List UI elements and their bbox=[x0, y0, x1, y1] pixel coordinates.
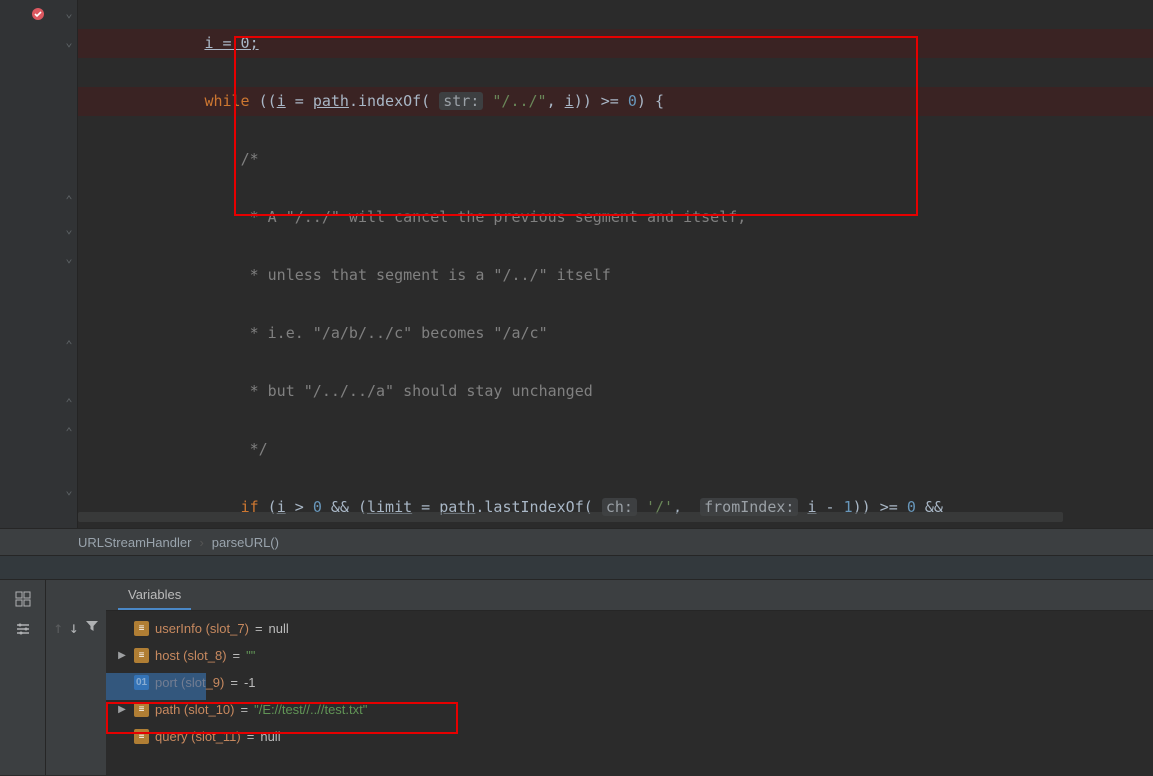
code-editor[interactable]: ⌄ ⌄ ⌃ ⌄ ⌄ ⌃ ⌃ ⌃ ⌄ i = 0; while ((i = pat… bbox=[0, 0, 1153, 528]
variable-row[interactable]: ▶ ≡ host (slot_8) = "" bbox=[112, 642, 1153, 669]
variable-row[interactable]: ≡ userInfo (slot_7) = null bbox=[112, 615, 1153, 642]
debug-nav: ↑ ↓ bbox=[46, 580, 106, 775]
comment: * but "/../../a" should stay unchanged bbox=[241, 382, 593, 400]
arrow-down-icon[interactable]: ↓ bbox=[69, 618, 79, 637]
comment: * unless that segment is a "/../" itself bbox=[241, 266, 611, 284]
variable-name: userInfo (slot_7) bbox=[155, 621, 249, 636]
expand-icon[interactable]: ▶ bbox=[116, 650, 128, 661]
variable-kind-icon: ≡ bbox=[134, 729, 149, 744]
code-line[interactable]: /* bbox=[78, 145, 1153, 174]
editor-gutter: ⌄ ⌄ ⌃ ⌄ ⌄ ⌃ ⌃ ⌃ ⌄ bbox=[0, 0, 78, 528]
variable-name: path (slot_10) bbox=[155, 702, 235, 717]
variable-value: null bbox=[269, 621, 289, 636]
comment: * i.e. "/a/b/../c" becomes "/a/c" bbox=[241, 324, 548, 342]
equals: = bbox=[255, 621, 263, 636]
variable-kind-icon: ≡ bbox=[134, 702, 149, 717]
variable-name: query (slot_11) bbox=[155, 729, 241, 744]
fold-mark-icon[interactable]: ⌃ bbox=[62, 396, 76, 410]
chevron-right-icon: › bbox=[199, 535, 203, 550]
code-line[interactable]: i = 0; bbox=[78, 29, 1153, 58]
variable-value: "/E://test//..//test.txt" bbox=[254, 702, 367, 717]
variable-row[interactable]: ▶ ≡ path (slot_10) = "/E://test//..//test.… bbox=[112, 696, 1153, 723]
breadcrumb-method[interactable]: parseURL() bbox=[212, 535, 279, 550]
equals: = bbox=[233, 648, 241, 663]
comment: * A "/../" will cancel the previous segm… bbox=[241, 208, 747, 226]
equals: = bbox=[247, 729, 255, 744]
code-line[interactable]: * A "/../" will cancel the previous segm… bbox=[78, 203, 1153, 232]
breadcrumb-class[interactable]: URLStreamHandler bbox=[78, 535, 191, 550]
fold-mark-icon[interactable]: ⌃ bbox=[62, 193, 76, 207]
code-line[interactable]: * but "/../../a" should stay unchanged bbox=[78, 377, 1153, 406]
horizontal-scrollbar[interactable] bbox=[78, 512, 1063, 522]
equals: = bbox=[230, 675, 238, 690]
string-literal: "/../" bbox=[492, 92, 546, 110]
code-text: .indexOf( bbox=[349, 92, 439, 110]
variable-kind-icon: ≡ bbox=[134, 621, 149, 636]
comment: */ bbox=[241, 440, 268, 458]
arrow-up-icon[interactable]: ↑ bbox=[53, 618, 63, 637]
frame-selection bbox=[106, 673, 206, 700]
fold-strip: ⌄ ⌄ ⌃ ⌄ ⌄ ⌃ ⌃ ⌃ ⌄ bbox=[60, 0, 78, 528]
code-text: , bbox=[547, 92, 565, 110]
fold-mark-icon[interactable]: ⌄ bbox=[62, 251, 76, 265]
variables-list[interactable]: ≡ userInfo (slot_7) = null ▶ ≡ host (slot_8)… bbox=[106, 610, 1153, 775]
code-line[interactable]: */ bbox=[78, 435, 1153, 464]
code-text: = bbox=[286, 92, 313, 110]
debug-panel: ↑ ↓ Variables ≡ userInfo (slot_7) = null ▶… bbox=[0, 580, 1153, 775]
code-text: i = 0; bbox=[204, 34, 258, 52]
fold-mark-icon[interactable]: ⌄ bbox=[62, 483, 76, 497]
equals: = bbox=[241, 702, 249, 717]
tab-variables[interactable]: Variables bbox=[118, 583, 191, 610]
code-line[interactable]: while ((i = path.indexOf( str: "/../", i… bbox=[78, 87, 1153, 116]
variable-kind-icon: ≡ bbox=[134, 648, 149, 663]
breakpoint-icon[interactable] bbox=[30, 6, 46, 22]
expand-icon[interactable]: ▶ bbox=[116, 704, 128, 715]
layout-grid-button[interactable] bbox=[10, 586, 36, 612]
variable-row[interactable]: 01port (slot_9) = -1 bbox=[112, 669, 1153, 696]
comment: /* bbox=[241, 150, 259, 168]
fold-mark-icon[interactable]: ⌄ bbox=[62, 35, 76, 49]
filter-icon[interactable] bbox=[85, 618, 99, 637]
breadcrumb: URLStreamHandler › parseURL() bbox=[0, 528, 1153, 556]
number: 0 bbox=[628, 92, 637, 110]
var: path bbox=[313, 92, 349, 110]
variable-value: "" bbox=[246, 648, 255, 663]
variable-row[interactable]: ≡ query (slot_11) = null bbox=[112, 723, 1153, 750]
code-text: )) >= bbox=[574, 92, 628, 110]
code-area[interactable]: i = 0; while ((i = path.indexOf( str: "/… bbox=[78, 0, 1153, 528]
code-line[interactable]: * unless that segment is a "/../" itself bbox=[78, 261, 1153, 290]
variable-name: host (slot_8) bbox=[155, 648, 227, 663]
fold-mark-icon[interactable]: ⌃ bbox=[62, 338, 76, 352]
variable-value: -1 bbox=[244, 675, 256, 690]
var: i bbox=[277, 92, 286, 110]
toolwindow-tabstrip[interactable] bbox=[0, 556, 1153, 580]
fold-mark-icon[interactable]: ⌄ bbox=[62, 222, 76, 236]
variable-value: null bbox=[260, 729, 280, 744]
fold-mark-icon[interactable]: ⌄ bbox=[62, 6, 76, 20]
keyword: while bbox=[204, 92, 249, 110]
var: i bbox=[565, 92, 574, 110]
code-text: ) { bbox=[637, 92, 664, 110]
fold-mark-icon[interactable]: ⌃ bbox=[62, 425, 76, 439]
settings-button[interactable] bbox=[10, 616, 36, 642]
debug-content: Variables ≡ userInfo (slot_7) = null ▶ ≡ hos… bbox=[106, 580, 1153, 775]
code-line[interactable]: * i.e. "/a/b/../c" becomes "/a/c" bbox=[78, 319, 1153, 348]
param-hint: str: bbox=[439, 92, 483, 110]
code-text: (( bbox=[250, 92, 277, 110]
debug-toolbar bbox=[0, 580, 46, 775]
variables-tab-bar: Variables bbox=[106, 580, 1153, 610]
